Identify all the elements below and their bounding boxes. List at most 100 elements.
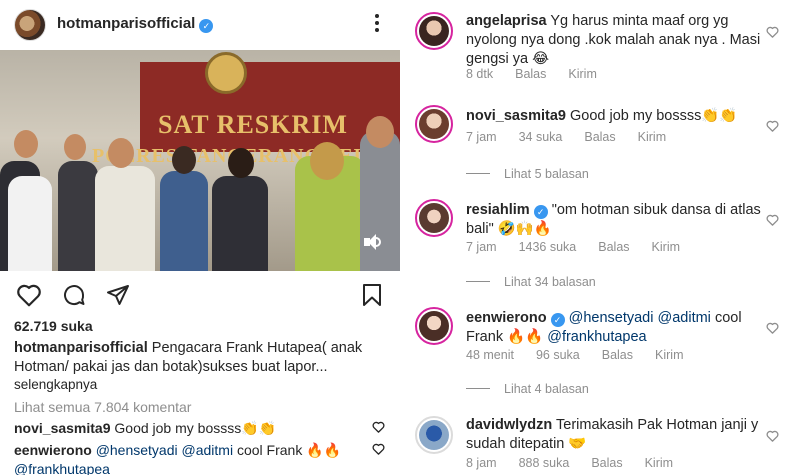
heart-icon[interactable] xyxy=(766,214,779,226)
mention-link[interactable]: @hensetyadi xyxy=(96,442,178,458)
comment-likes[interactable]: 96 suka xyxy=(536,348,580,362)
view-replies-link[interactable]: Lihat 4 balasan xyxy=(466,382,589,396)
mention-link[interactable]: @hensetyadi xyxy=(569,310,654,326)
heart-icon[interactable] xyxy=(766,322,779,334)
view-replies-link[interactable]: Lihat 5 balasan xyxy=(466,167,589,181)
video-person xyxy=(360,131,400,271)
comment-text-block: davidwlydzn Terimakasih Pak Hotman janji… xyxy=(466,416,766,454)
preview-comment-user[interactable]: novi_sasmita9 xyxy=(14,420,111,436)
avatar[interactable] xyxy=(14,9,46,41)
comment-icon[interactable] xyxy=(62,283,86,307)
preview-comment: novi_sasmita9 Good job my bossss👏👏 xyxy=(14,419,354,438)
video-person xyxy=(95,166,155,271)
comment-likes[interactable]: 1436 suka xyxy=(519,240,577,254)
heart-icon[interactable] xyxy=(372,443,385,455)
view-replies-label[interactable]: Lihat 4 balasan xyxy=(504,382,589,396)
comment-text-block: angelaprisa Yg harus minta maaf org yg n… xyxy=(466,12,766,69)
caption-username[interactable]: hotmanparisofficial xyxy=(14,340,148,356)
avatar[interactable] xyxy=(415,416,453,454)
video-person-head xyxy=(64,134,86,160)
comment-username[interactable]: angelaprisa xyxy=(466,13,547,29)
video-person xyxy=(8,176,52,271)
comment-time: 8 dtk xyxy=(466,67,494,81)
comment-meta: 7 jam 34 suka Balas Kirim xyxy=(466,130,688,144)
send-button[interactable]: Kirim xyxy=(652,240,680,254)
mention-link[interactable]: @frankhutapea xyxy=(14,461,110,475)
police-emblem xyxy=(205,52,247,94)
post-caption: hotmanparisofficial Pengacara Frank Huta… xyxy=(14,339,384,377)
heart-icon[interactable] xyxy=(372,421,385,433)
comment-meta: 8 jam 888 suka Balas Kirim xyxy=(466,456,695,470)
comment-time: 8 jam xyxy=(466,456,497,470)
comment-text: Good job my bossss👏👏 xyxy=(569,108,738,124)
verified-icon: ✓ xyxy=(533,205,548,219)
comment-meta: 7 jam 1436 suka Balas Kirim xyxy=(466,240,702,254)
mention-link[interactable]: @frankhutapea xyxy=(547,329,646,345)
comment-meta: 48 menit 96 suka Balas Kirim xyxy=(466,348,705,362)
comment-username[interactable]: eenwierono xyxy=(466,310,547,326)
more-icon[interactable] xyxy=(370,12,384,36)
comment-text-block: eenwierono ✓ @hensetyadi @aditmi cool Fra… xyxy=(466,309,766,347)
heart-icon[interactable] xyxy=(766,120,779,132)
avatar[interactable] xyxy=(415,307,453,345)
reply-button[interactable]: Balas xyxy=(602,348,633,362)
preview-comment-text: cool Frank 🔥🔥 xyxy=(236,442,342,458)
comment-likes[interactable]: 888 suka xyxy=(519,456,570,470)
comment-username[interactable]: novi_sasmita9 xyxy=(466,108,566,124)
reply-button[interactable]: Balas xyxy=(584,130,615,144)
comment-username[interactable]: davidwlydzn xyxy=(466,417,552,433)
heart-icon[interactable] xyxy=(16,283,42,307)
mention-link[interactable]: @aditmi xyxy=(182,442,234,458)
video-person-head xyxy=(228,148,254,178)
video-person-head xyxy=(366,116,394,148)
preview-comment-user[interactable]: eenwierono xyxy=(14,442,92,458)
bookmark-icon[interactable] xyxy=(362,283,382,307)
video-person xyxy=(160,171,208,271)
post-panel: hotmanparisofficial ✓ SAT RESKRIM POLRES … xyxy=(0,0,400,475)
comment-likes[interactable]: 34 suka xyxy=(519,130,563,144)
send-button[interactable]: Kirim xyxy=(645,456,673,470)
video-person-head xyxy=(14,130,38,158)
comment-meta: 8 dtk Balas Kirim xyxy=(466,67,619,81)
verified-icon: ✓ xyxy=(199,19,214,33)
comment-text-block: novi_sasmita9 Good job my bossss👏👏 xyxy=(466,107,766,126)
view-all-comments-link[interactable]: Lihat semua 7.804 komentar xyxy=(14,399,191,415)
send-button[interactable]: Kirim xyxy=(638,130,666,144)
post-actions xyxy=(0,280,400,310)
view-replies-label[interactable]: Lihat 34 balasan xyxy=(504,275,596,289)
video-person-head xyxy=(108,138,134,168)
verified-icon: ✓ xyxy=(550,313,565,327)
post-video[interactable]: SAT RESKRIM POLRES TANGERANG SELA xyxy=(0,50,400,271)
post-username[interactable]: hotmanparisofficial ✓ xyxy=(57,15,214,33)
comment-time: 7 jam xyxy=(466,130,497,144)
share-icon[interactable] xyxy=(106,283,130,307)
video-person xyxy=(212,176,268,271)
video-person xyxy=(58,161,98,271)
like-count[interactable]: 62.719 suka xyxy=(14,318,93,334)
heart-icon[interactable] xyxy=(766,26,779,38)
video-sign-line1: SAT RESKRIM xyxy=(158,110,348,139)
send-button[interactable]: Kirim xyxy=(655,348,683,362)
caption-more-link[interactable]: selengkapnya xyxy=(14,377,97,392)
view-replies-link[interactable]: Lihat 34 balasan xyxy=(466,275,596,289)
comments-panel: angelaprisa Yg harus minta maaf org yg n… xyxy=(400,0,800,475)
mention-link[interactable]: @aditmi xyxy=(658,310,711,326)
send-button[interactable]: Kirim xyxy=(568,67,596,81)
preview-comment: eenwierono @hensetyadi @aditmi cool Fran… xyxy=(14,441,354,475)
comment-time: 7 jam xyxy=(466,240,497,254)
reply-button[interactable]: Balas xyxy=(598,240,629,254)
view-replies-label[interactable]: Lihat 5 balasan xyxy=(504,167,589,181)
avatar[interactable] xyxy=(415,199,453,237)
avatar[interactable] xyxy=(415,12,453,50)
reply-button[interactable]: Balas xyxy=(515,67,546,81)
mute-icon[interactable] xyxy=(364,234,382,250)
post-header: hotmanparisofficial ✓ xyxy=(0,0,400,50)
heart-icon[interactable] xyxy=(766,430,779,442)
avatar[interactable] xyxy=(415,105,453,143)
reply-button[interactable]: Balas xyxy=(591,456,622,470)
video-person-head xyxy=(172,146,196,174)
preview-comment-text: Good job my bossss👏👏 xyxy=(114,420,277,436)
post-username-text[interactable]: hotmanparisofficial xyxy=(57,15,195,32)
comment-time: 48 menit xyxy=(466,348,514,362)
comment-username[interactable]: resiahlim xyxy=(466,202,530,218)
